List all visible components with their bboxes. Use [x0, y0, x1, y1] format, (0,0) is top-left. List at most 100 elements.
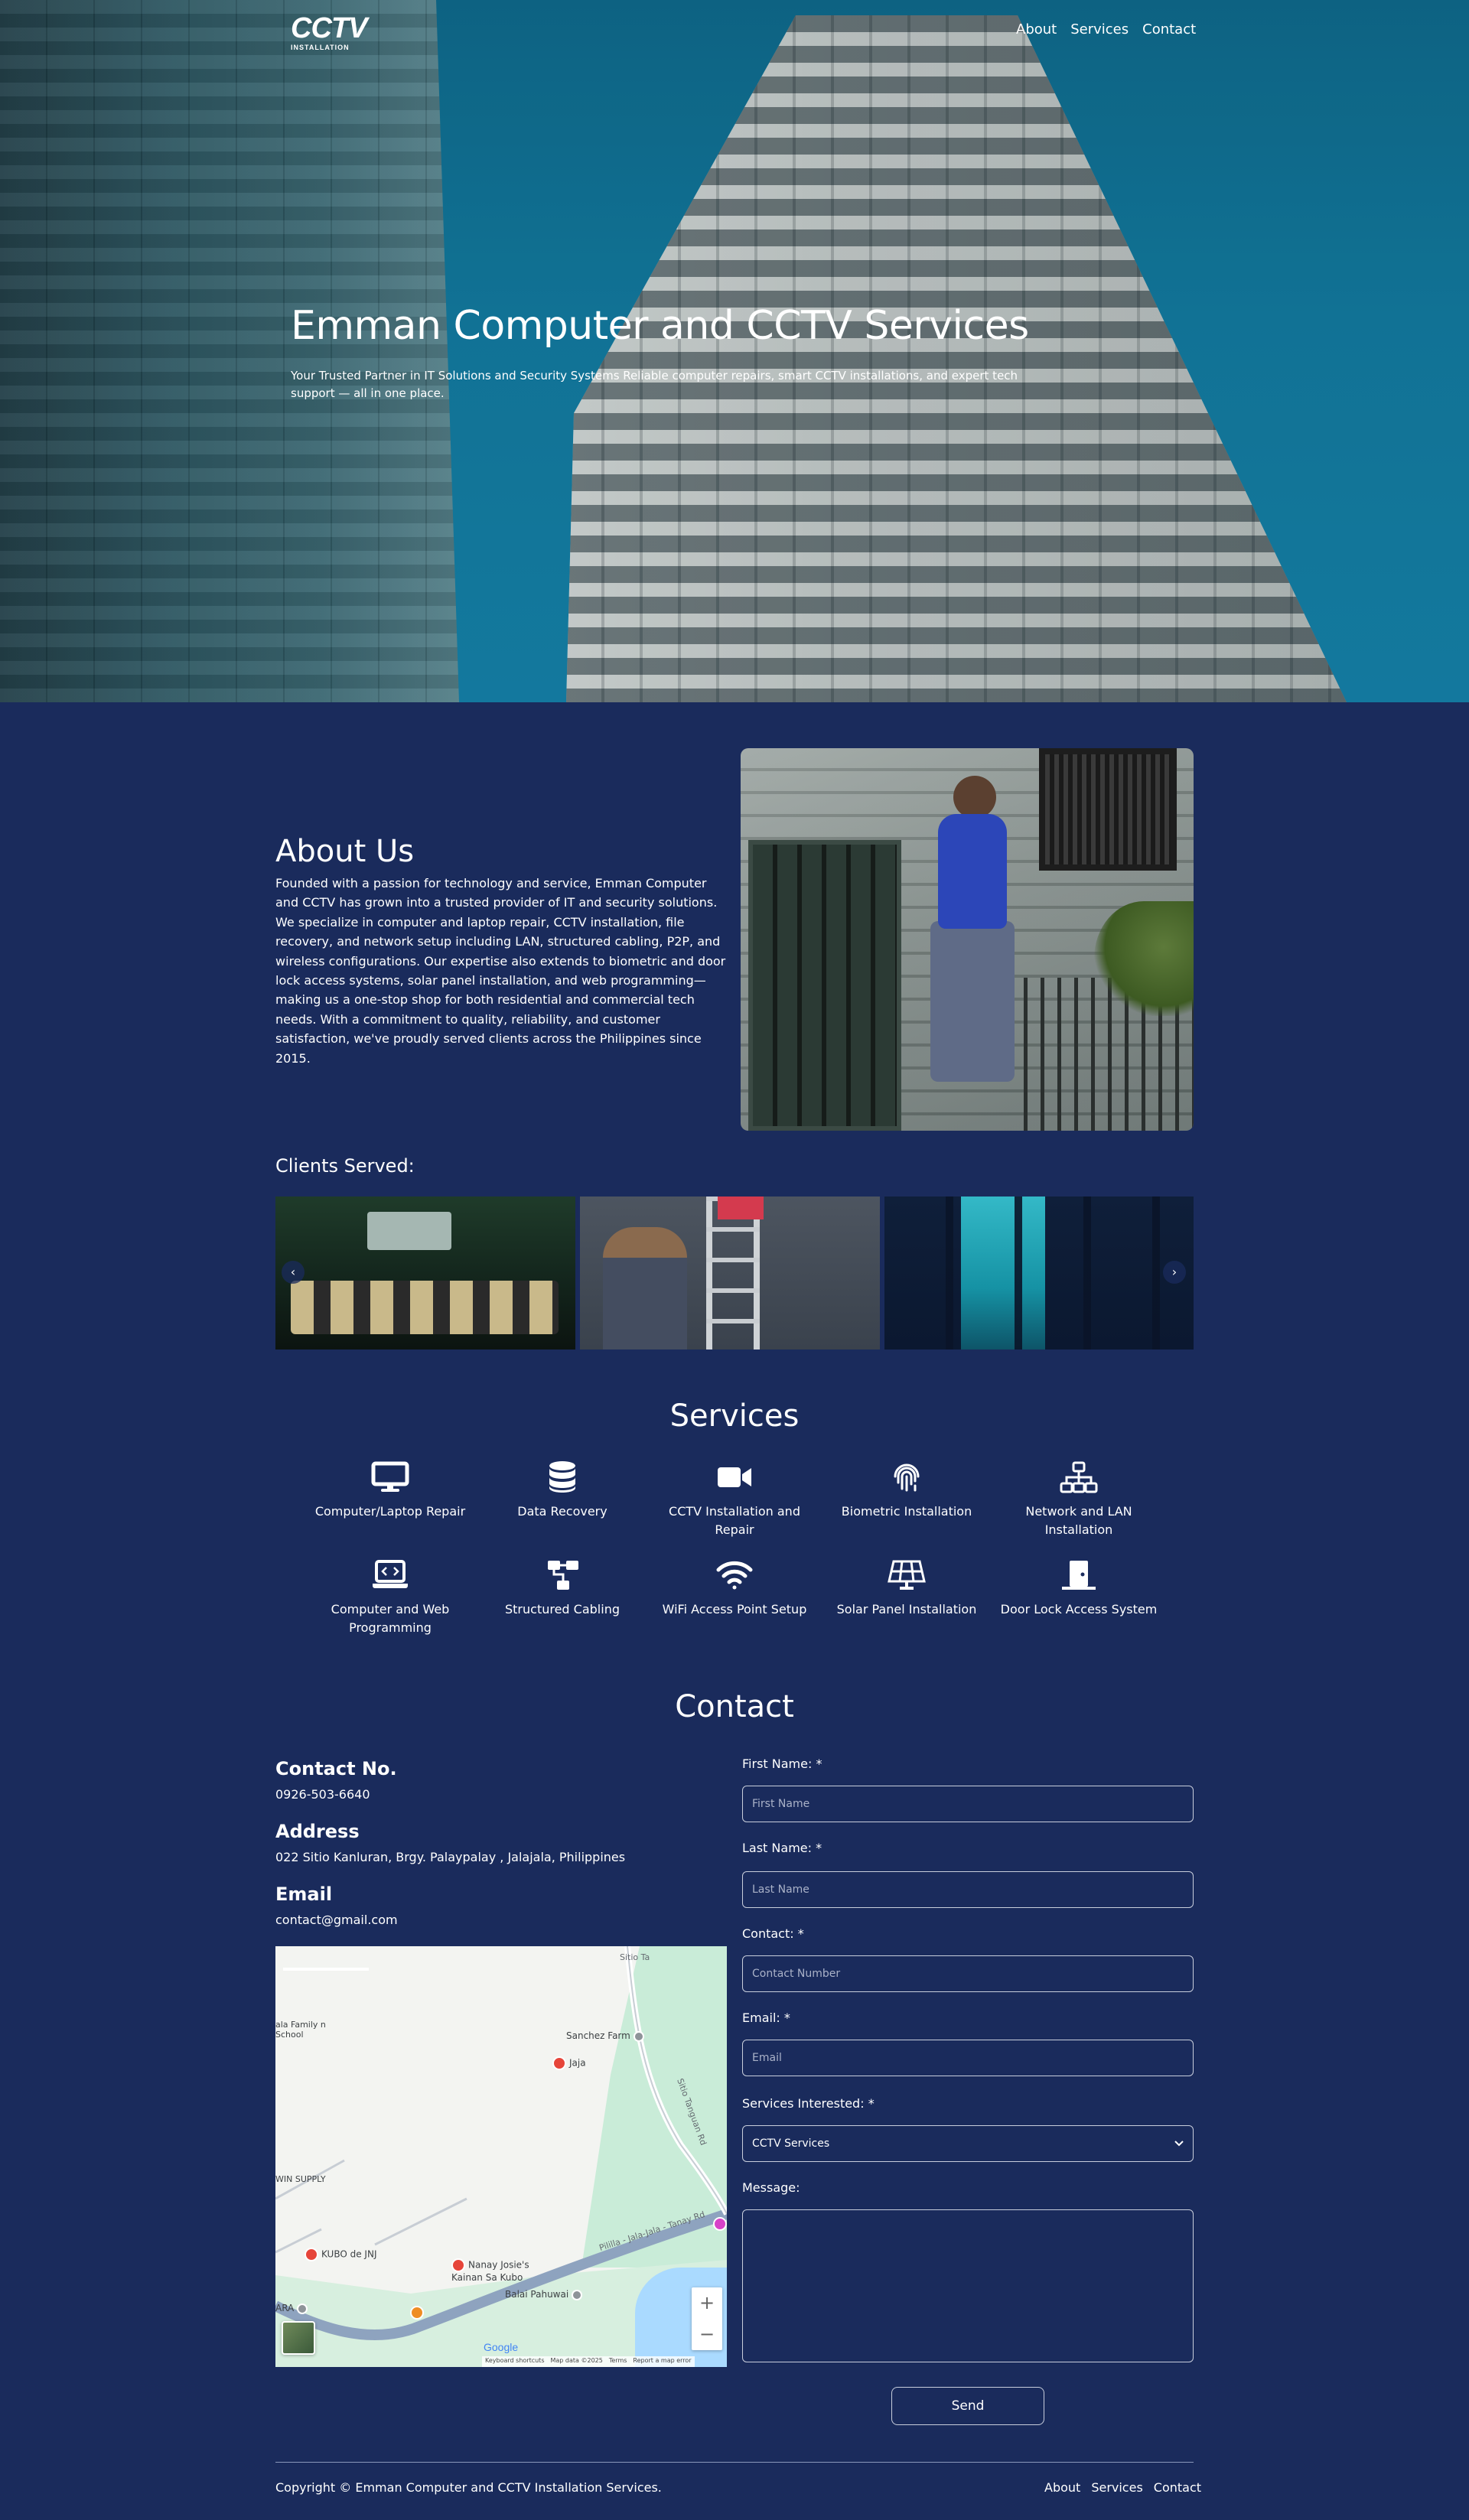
- carousel-slide: [884, 1197, 1194, 1350]
- chevron-down-icon: [1174, 2141, 1184, 2147]
- terms-link[interactable]: Terms: [609, 2357, 627, 2366]
- map-place-label[interactable]: KUBO de JNJ: [305, 2248, 376, 2261]
- map-marker[interactable]: [713, 2217, 727, 2231]
- first-name-input[interactable]: [742, 1786, 1194, 1822]
- nav-contact-link[interactable]: Contact: [1142, 21, 1196, 37]
- contact-number-label: Contact: *: [742, 1926, 804, 1941]
- address-heading: Address: [275, 1821, 360, 1842]
- door-lock-icon: [1062, 1561, 1096, 1590]
- footer-services-link[interactable]: Services: [1091, 2480, 1142, 2495]
- address-value: 022 Sitio Kanluran, Brgy. Palaypalay , J…: [275, 1850, 626, 1864]
- map-zoom-control: + −: [692, 2287, 722, 2350]
- map-place-label[interactable]: Balai Pahuwai: [505, 2289, 585, 2300]
- map-marker-icon: [305, 2248, 318, 2261]
- zoom-out-button[interactable]: −: [692, 2319, 722, 2350]
- map-attribution: Keyboard shortcuts Map data ©2025 Terms …: [482, 2356, 695, 2367]
- nav-services-link[interactable]: Services: [1070, 21, 1129, 37]
- email-label: Email: *: [742, 2010, 790, 2025]
- map-marker[interactable]: [410, 2306, 427, 2320]
- laptop-code-icon: [373, 1560, 408, 1588]
- clients-carousel: [275, 1197, 1194, 1350]
- zoom-in-button[interactable]: +: [692, 2287, 722, 2319]
- services-select-value: CCTV Services: [752, 2137, 830, 2150]
- location-map[interactable]: Sitio Ta Sitio Tanguan Rd Pililla - Jala…: [275, 1946, 727, 2367]
- video-camera-icon: [718, 1467, 751, 1487]
- wifi-icon: [716, 1561, 753, 1590]
- email-value: contact@gmail.com: [275, 1913, 398, 1927]
- services-select[interactable]: CCTV Services: [742, 2125, 1194, 2162]
- carousel-prev-button[interactable]: ‹: [282, 1261, 305, 1284]
- service-door-lock: Door Lock Access System: [998, 1559, 1159, 1619]
- keyboard-shortcuts-link[interactable]: Keyboard shortcuts: [485, 2357, 544, 2366]
- footer-about-link[interactable]: About: [1044, 2480, 1080, 2495]
- map-marker-icon: [451, 2258, 465, 2272]
- map-place-label: ala Family n School: [275, 2020, 326, 2040]
- logo-text: CCTV: [291, 12, 367, 44]
- first-name-label: First Name: *: [742, 1757, 822, 1771]
- footer-contact-link[interactable]: Contact: [1154, 2480, 1201, 2495]
- about-text: Founded with a passion for technology an…: [275, 876, 726, 1066]
- message-label: Message:: [742, 2180, 800, 2195]
- diagram-icon: [548, 1561, 578, 1590]
- hero-section: CCTV INSTALLATION About Services Contact…: [0, 0, 1469, 702]
- about-photo: [741, 748, 1194, 1131]
- last-name-label: Last Name: *: [742, 1841, 822, 1855]
- map-place-label: WIN SUPPLY: [275, 2174, 326, 2184]
- service-network: Network and LAN Installation: [998, 1461, 1159, 1539]
- about-title: About Us: [275, 834, 415, 869]
- top-nav: About Services Contact: [1016, 21, 1196, 37]
- site-logo[interactable]: CCTV INSTALLATION: [291, 12, 367, 54]
- services-title: Services: [669, 1398, 800, 1434]
- service-cabling: Structured Cabling: [482, 1559, 643, 1619]
- logo-subtext: INSTALLATION: [291, 44, 350, 51]
- email-input[interactable]: [742, 2040, 1194, 2076]
- google-logo: Google: [484, 2341, 519, 2353]
- phone-heading: Contact No.: [275, 1758, 397, 1779]
- map-place-label[interactable]: ARA: [275, 2303, 311, 2314]
- service-wifi: WiFi Access Point Setup: [654, 1559, 815, 1619]
- contact-number-input[interactable]: [742, 1955, 1194, 1992]
- footer-copyright: Copyright © Emman Computer and CCTV Inst…: [275, 2480, 662, 2495]
- service-cctv: CCTV Installation and Repair: [654, 1461, 815, 1539]
- message-textarea[interactable]: [742, 2209, 1194, 2362]
- service-programming: Computer and Web Programming: [310, 1559, 471, 1637]
- carousel-next-button[interactable]: ›: [1163, 1261, 1186, 1284]
- footer-nav: About Services Contact: [1044, 2480, 1201, 2495]
- map-marker-icon: [410, 2306, 424, 2320]
- report-error-link[interactable]: Report a map error: [633, 2357, 691, 2366]
- map-place-label[interactable]: Sanchez Farm: [566, 2030, 647, 2042]
- carousel-slide: [275, 1197, 575, 1350]
- map-marker-icon: [297, 2303, 308, 2314]
- hero-title: Emman Computer and CCTV Services: [291, 303, 1029, 349]
- map-marker-icon: [713, 2217, 727, 2231]
- fingerprint-icon: [894, 1463, 920, 1492]
- service-biometric: Biometric Installation: [826, 1461, 987, 1521]
- services-interested-label: Services Interested: *: [742, 2096, 875, 2111]
- map-data-text: Map data ©2025: [550, 2357, 603, 2364]
- solar-panel-icon: [888, 1560, 926, 1590]
- phone-value: 0926-503-6640: [275, 1787, 370, 1802]
- carousel-slide: [580, 1197, 880, 1350]
- service-solar: Solar Panel Installation: [826, 1559, 987, 1619]
- clients-title: Clients Served:: [275, 1155, 415, 1177]
- network-icon: [1060, 1461, 1098, 1493]
- contact-title: Contact: [675, 1689, 794, 1724]
- chevron-right-icon: ›: [1171, 1265, 1177, 1279]
- map-marker-icon: [572, 2289, 583, 2300]
- monitor-icon: [371, 1461, 409, 1492]
- map-place-label[interactable]: Jaja: [552, 2056, 586, 2070]
- map-place-label[interactable]: Nanay Josie's Kainan Sa Kubo: [451, 2258, 543, 2283]
- technician-figure: [907, 776, 1022, 1105]
- email-heading: Email: [275, 1883, 333, 1905]
- database-icon: [549, 1461, 575, 1493]
- map-marker-icon: [552, 2056, 566, 2070]
- nav-about-link[interactable]: About: [1016, 21, 1057, 37]
- service-computer-repair: Computer/Laptop Repair: [310, 1461, 471, 1521]
- last-name-input[interactable]: [742, 1871, 1194, 1908]
- footer-divider: [275, 2462, 1194, 2463]
- send-button[interactable]: Send: [891, 2387, 1044, 2425]
- service-data-recovery: Data Recovery: [482, 1461, 643, 1521]
- hero-subtitle: Your Trusted Partner in IT Solutions and…: [291, 369, 1018, 400]
- chevron-left-icon: ‹: [290, 1265, 296, 1279]
- map-layer-toggle[interactable]: [282, 2321, 315, 2355]
